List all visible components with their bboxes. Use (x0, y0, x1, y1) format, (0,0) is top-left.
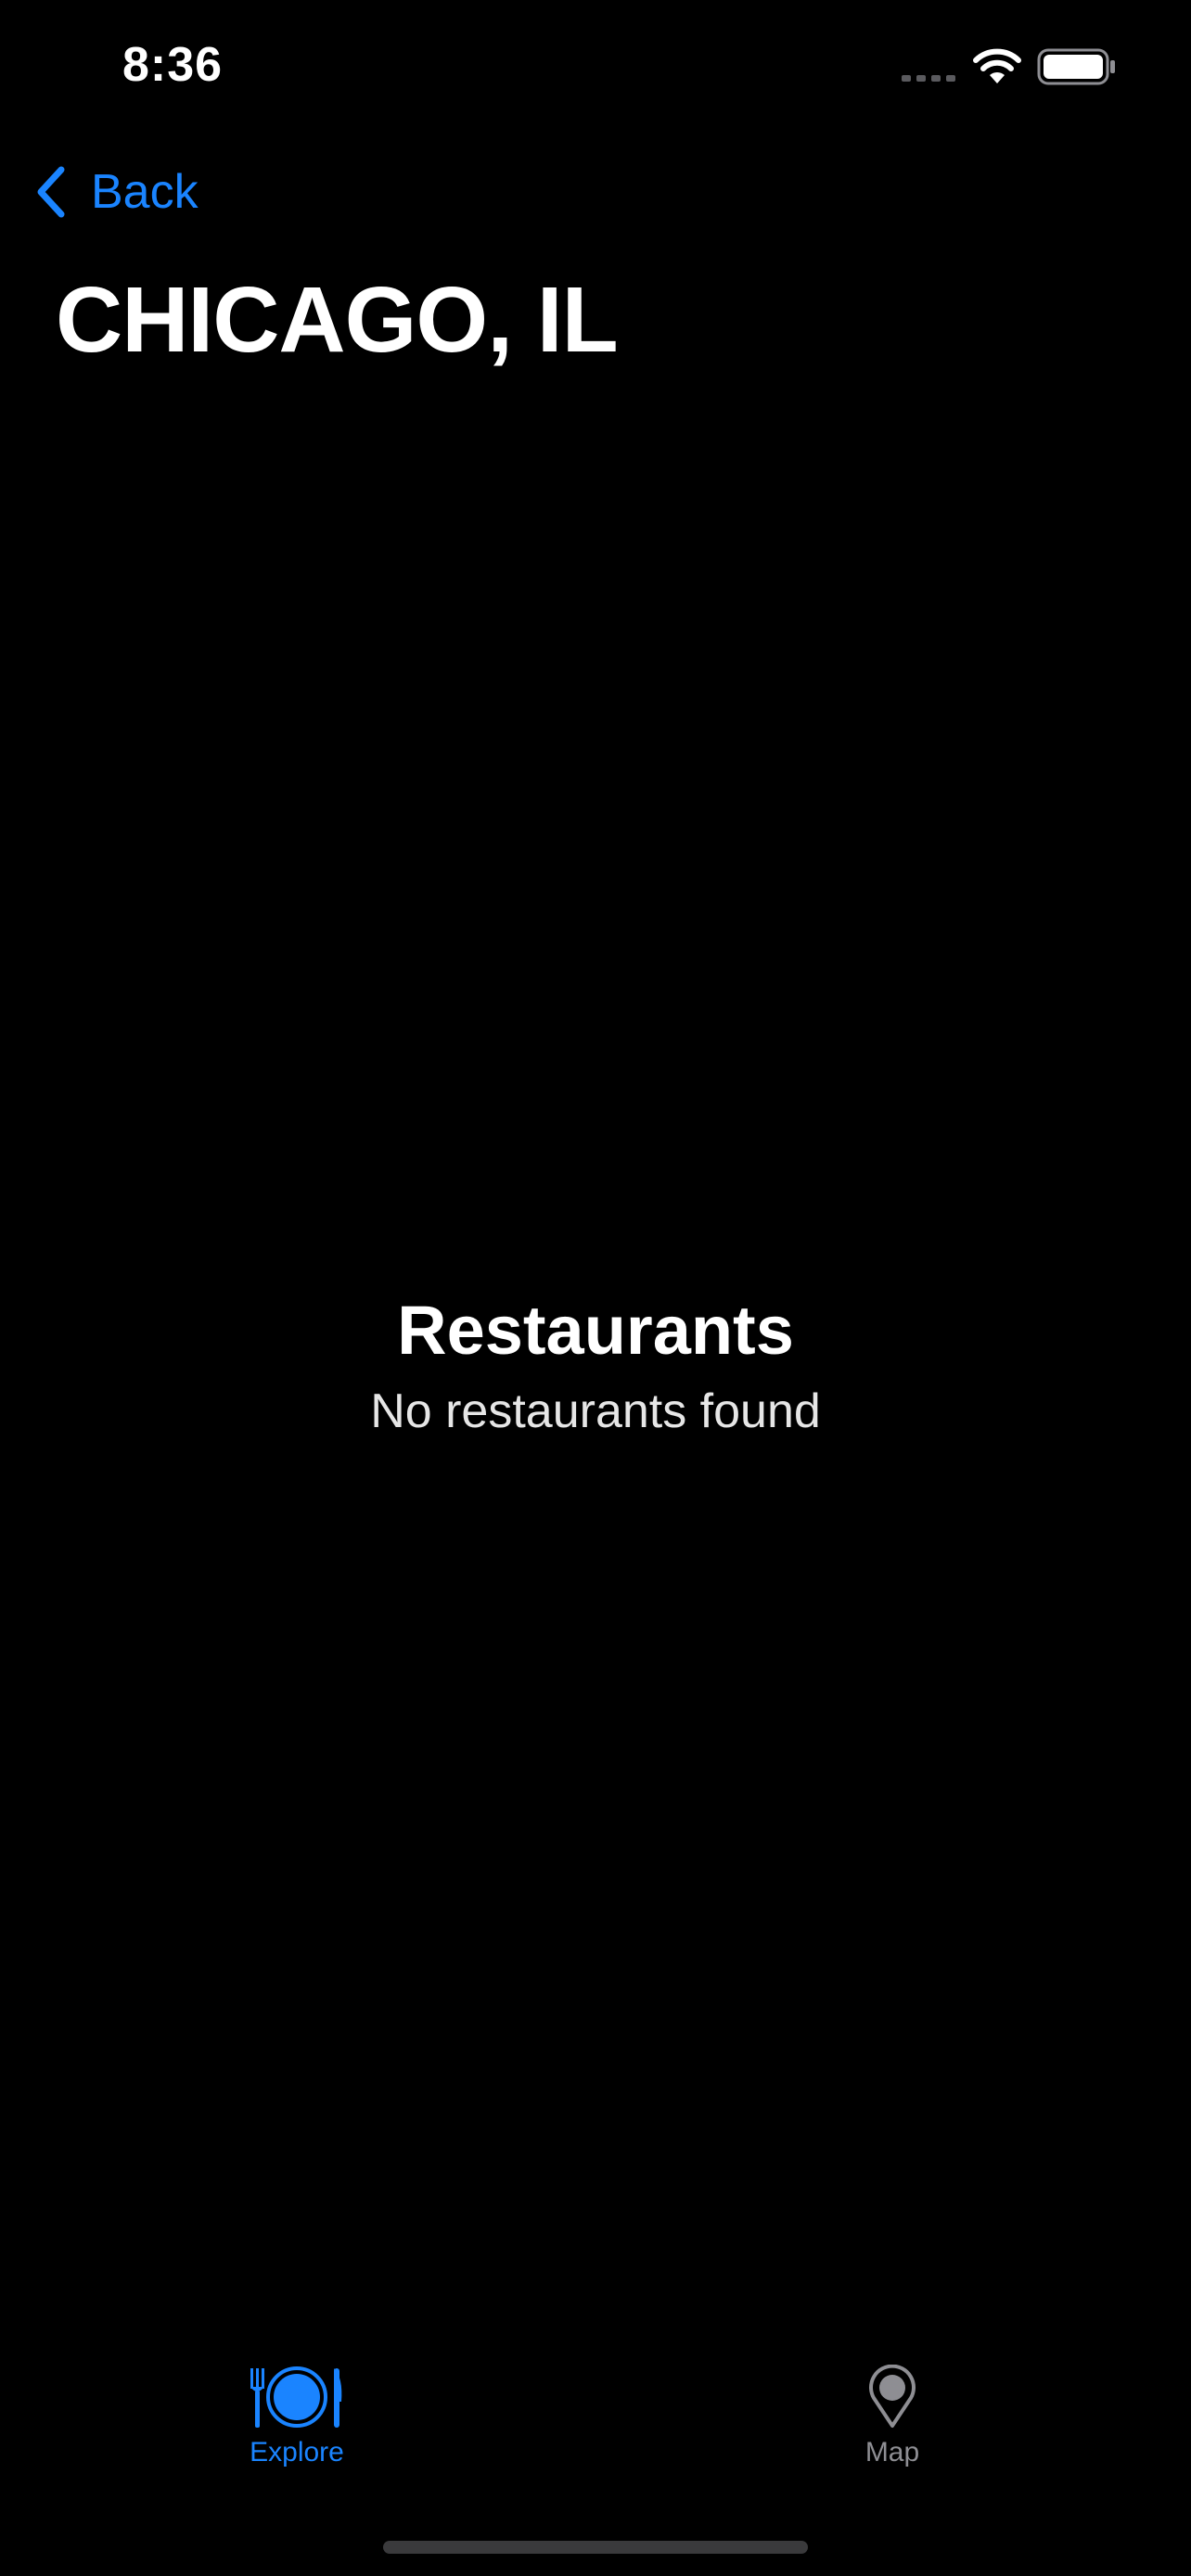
tab-explore-label: Explore (250, 2437, 344, 2468)
battery-icon (1037, 48, 1115, 85)
page-title: CHICAGO, IL (56, 268, 619, 372)
empty-state-message: No restaurants found (370, 1384, 821, 1438)
back-button-label: Back (91, 165, 198, 219)
wifi-icon (973, 48, 1021, 83)
cellular-signal-icon (902, 75, 955, 82)
chevron-left-icon (37, 166, 65, 218)
plate-utensils-icon (250, 2366, 342, 2428)
back-button[interactable]: Back (32, 159, 198, 224)
status-bar: 8:36 (0, 0, 1191, 130)
tab-explore[interactable]: Explore (158, 2337, 436, 2485)
home-indicator (383, 2541, 808, 2554)
tab-map[interactable]: Map (753, 2337, 1031, 2485)
status-time: 8:36 (122, 38, 224, 92)
tab-bar: Explore Map (0, 2337, 1191, 2485)
empty-state-title: Restaurants (397, 1292, 794, 1369)
map-pin-icon (869, 2365, 916, 2428)
tab-map-label: Map (864, 2437, 920, 2468)
empty-state: Restaurants No restaurants found (0, 1289, 1191, 1441)
